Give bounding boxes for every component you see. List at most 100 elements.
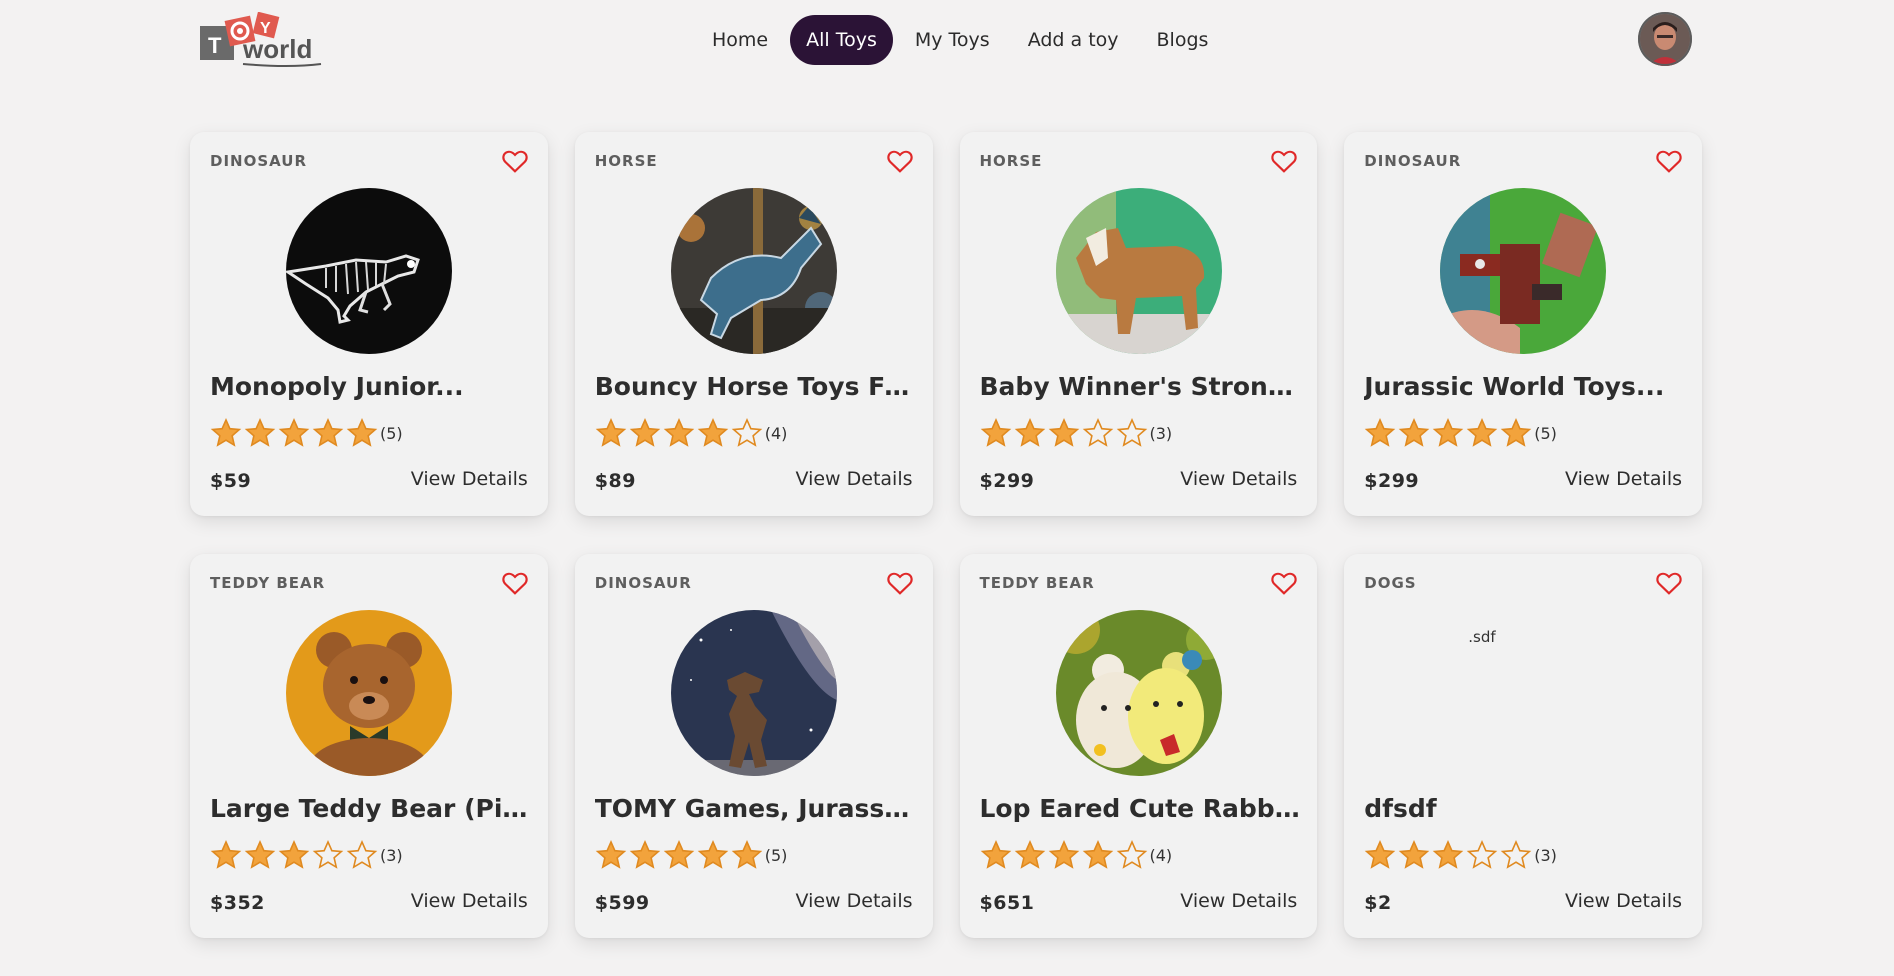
rating-count: (4) [764,423,788,443]
star-icon [346,839,378,869]
star-icon [278,417,310,447]
rating-count: (4) [1149,845,1173,865]
rating: (3) [1364,839,1557,871]
toy-card: HORSE Bouncy Horse Toys For... (4) $89 V… [574,132,933,516]
card-category: DINOSAUR [1364,152,1462,170]
heart-icon[interactable] [1656,571,1682,595]
star-icon [1432,417,1464,447]
logo[interactable]: T Y world [199,11,323,70]
card-title: Bouncy Horse Toys For... [594,372,917,401]
navbar: T Y world Home All Toys My Toys Add a to… [0,0,1894,80]
star-icon [1116,839,1147,869]
card-title: Lop Eared Cute Rabbit... [979,794,1302,823]
view-details-link[interactable]: View Details [796,468,913,490]
card-price: $2 [1364,892,1392,914]
toy-card: TEDDY BEAR Lop Eared Cute Rabbit... (4) … [959,554,1318,938]
star-icon [312,839,344,869]
heart-icon[interactable] [1656,149,1682,173]
star-icon [1364,417,1396,447]
rating-count: (3) [380,845,403,865]
star-icon [731,839,763,869]
broken-image-alt: .sdf [1468,628,1496,646]
star-icon [1082,417,1113,447]
star-icon [278,839,310,869]
toy-image [1055,188,1222,354]
star-icon [244,417,276,447]
star-icon [663,417,695,447]
star-icon [980,417,1011,447]
toy-image [1055,610,1222,776]
heart-icon[interactable] [1271,571,1297,595]
card-category: DOGS [1364,574,1417,592]
card-category: DINOSAUR [210,152,308,170]
nav-blogs[interactable]: Blogs [1141,15,1225,65]
star-icon [731,417,763,447]
star-icon [1082,839,1113,869]
card-price: $59 [210,470,252,492]
star-icon [629,417,661,447]
toy-image [670,610,837,776]
svg-text:world: world [242,34,312,64]
star-icon [1116,417,1147,447]
card-price: $352 [210,892,265,914]
star-icon [1048,839,1079,869]
card-title: TOMY Games, Jurassic... [594,794,917,823]
star-icon [1364,839,1396,869]
card-category: HORSE [979,152,1043,170]
card-title: Monopoly Junior... [210,372,464,401]
toy-grid: DINOSAUR Monopoly Junior... (5) $59 View… [190,132,1702,976]
card-row: TEDDY BEAR Large Teddy Bear (Pink) (3) $… [190,554,1702,938]
star-icon [1398,417,1430,447]
star-icon [1432,839,1464,869]
toy-card: DINOSAUR Monopoly Junior... (5) $59 View… [190,132,548,516]
star-icon [1466,839,1498,869]
star-icon [346,417,378,447]
star-icon [980,839,1011,869]
nav-all-toys[interactable]: All Toys [790,15,893,65]
star-icon [697,839,729,869]
heart-icon[interactable] [502,571,528,595]
toy-image [286,610,452,776]
user-avatar[interactable] [1638,12,1692,66]
view-details-link[interactable]: View Details [1180,468,1297,490]
star-icon [1014,417,1045,447]
heart-icon[interactable] [886,571,913,595]
view-details-link[interactable]: View Details [796,890,913,912]
card-category: DINOSAUR [594,574,692,592]
heart-icon[interactable] [502,149,528,173]
nav-my-toys[interactable]: My Toys [899,15,1006,65]
toy-card: DINOSAUR Jurassic World Toys... (5) $299… [1344,132,1702,516]
view-details-link[interactable]: View Details [1565,890,1682,912]
nav-add-toy[interactable]: Add a toy [1012,15,1135,65]
main-nav: Home All Toys My Toys Add a toy Blogs [696,15,1224,65]
star-icon [1014,839,1045,869]
rating: (3) [210,839,403,871]
star-icon [244,839,276,869]
star-icon [210,417,242,447]
toy-card: HORSE Baby Winner's Strong an... (3) [959,132,1318,516]
star-icon [1500,839,1532,869]
rating: (5) [210,417,403,449]
card-price: $299 [1364,470,1420,492]
view-details-link[interactable]: View Details [1180,890,1297,912]
heart-icon[interactable] [1271,149,1297,173]
star-icon [1048,417,1079,447]
star-icon [1466,417,1498,447]
card-price: $599 [594,892,650,914]
card-price: $651 [979,892,1035,914]
view-details-link[interactable]: View Details [411,890,528,912]
card-title: dfsdf [1364,794,1437,823]
view-details-link[interactable]: View Details [1565,468,1682,490]
star-icon [312,417,344,447]
toy-image [286,188,452,354]
card-category: TEDDY BEAR [979,574,1095,592]
rating: (4) [595,417,788,449]
star-icon [595,839,627,869]
heart-icon[interactable] [886,149,913,173]
nav-home[interactable]: Home [696,15,784,65]
rating-count: (3) [1149,423,1173,443]
view-details-link[interactable]: View Details [411,468,528,490]
star-icon [1398,839,1430,869]
toy-image [670,188,837,354]
toy-card: DINOSAUR TOMY Games, Jurassic... (5) $59… [574,554,933,938]
